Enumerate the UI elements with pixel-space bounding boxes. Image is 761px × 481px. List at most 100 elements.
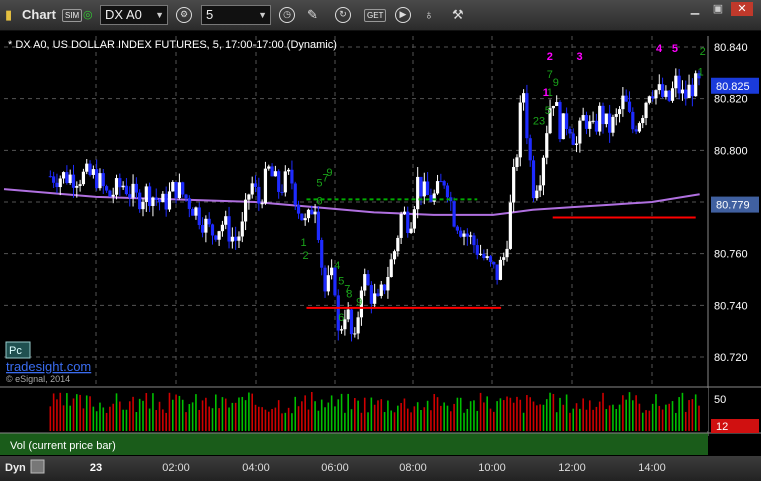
candle-body: [154, 197, 158, 200]
candle-body: [690, 84, 694, 97]
candle-body: [75, 185, 79, 188]
candle-body: [91, 169, 95, 175]
footer-axis: Dyn 23 02:00 04:00 06:00 08:00 10:00 12:00 14:0…: [5, 459, 666, 474]
bulb-icon[interactable]: ♁: [424, 7, 434, 23]
chevron-down-icon[interactable]: ▼: [258, 6, 267, 24]
pc-box[interactable]: Pc: [5, 341, 31, 359]
candle-body: [306, 209, 311, 219]
tools-icon[interactable]: ⚒: [452, 7, 464, 23]
candle-body: [283, 171, 287, 193]
seq-label-green: 9: [326, 167, 332, 179]
close-button[interactable]: ✕: [731, 2, 753, 16]
candle-body: [396, 237, 400, 252]
candle-body: [58, 178, 62, 188]
get-icon[interactable]: GET: [364, 9, 387, 22]
candle-body: [300, 213, 304, 221]
candle-body: [382, 284, 387, 291]
candle-body: [234, 236, 238, 241]
chart-header: * DX A0, US DOLLAR INDEX FUTURES, 5, 17:…: [8, 39, 337, 51]
candle-body: [161, 193, 165, 203]
clock-icon[interactable]: ◷: [279, 7, 295, 23]
candle-body: [121, 185, 125, 188]
candle-body: [270, 166, 274, 177]
symbol-input[interactable]: DX A0 ▼: [100, 5, 168, 25]
candle-body: [131, 183, 135, 198]
candle-body: [349, 309, 354, 335]
dyn-icon[interactable]: [30, 459, 45, 474]
settings-icon[interactable]: ⚙: [176, 7, 192, 23]
restore-button[interactable]: ▣: [707, 2, 729, 16]
link-dot-icon[interactable]: ◎: [83, 7, 93, 23]
candle-body: [521, 93, 526, 103]
candle-body: [313, 211, 317, 215]
chart-icon[interactable]: ▮: [5, 7, 12, 23]
candle-body: [167, 191, 172, 210]
pencil-icon[interactable]: ✎: [307, 7, 318, 23]
candle-body: [346, 309, 350, 320]
candle-body: [624, 95, 628, 102]
candle-body: [515, 157, 519, 167]
candle-body: [263, 168, 268, 204]
watermark-site[interactable]: tradesight.com: [6, 359, 91, 374]
candle-body: [61, 172, 66, 179]
minimize-button[interactable]: ▁: [684, 2, 706, 16]
candle-body: [194, 207, 198, 216]
interval-value: 5: [206, 7, 214, 22]
candle-body: [488, 256, 493, 262]
candle-body: [674, 75, 678, 89]
candle-body: [134, 183, 138, 193]
candle-body: [422, 181, 426, 197]
candle-body: [677, 75, 681, 94]
candle-body: [492, 261, 496, 265]
dyn-label[interactable]: Dyn: [5, 462, 26, 474]
candle-body: [389, 259, 393, 277]
candle-body: [465, 233, 469, 237]
cycle-icon[interactable]: ↻: [335, 7, 351, 23]
candle-body: [455, 226, 459, 231]
candle-body: [217, 231, 221, 240]
candle-body: [561, 113, 565, 140]
candle-body: [148, 186, 152, 207]
candle-body: [128, 194, 132, 198]
seq-label-magenta: 3: [577, 51, 583, 63]
candle-body: [52, 176, 56, 183]
candle-body: [224, 216, 228, 225]
candle-body: [366, 274, 370, 286]
candle-body: [631, 111, 635, 130]
candle-body: [399, 213, 403, 238]
time-tick-labels: 23 02:00 04:00 06:00 08:00 10:00 12:00 14:00: [90, 462, 666, 474]
candle-body: [296, 204, 301, 214]
candle-body: [141, 202, 145, 210]
candle-body: [502, 257, 506, 260]
candle-body: [578, 120, 582, 144]
candle-body: [257, 186, 261, 204]
candle-body: [210, 224, 215, 236]
candle-body: [310, 209, 314, 215]
candle-body: [637, 123, 642, 132]
candle-body: [101, 173, 105, 187]
candle-body: [171, 181, 175, 192]
candle-body: [65, 172, 69, 184]
candle-body: [353, 333, 357, 335]
candle-body: [157, 199, 162, 203]
candle-body: [243, 199, 248, 222]
seq-label-green: 8: [346, 289, 352, 301]
candle-body: [409, 228, 413, 233]
seq-label-green: 6: [338, 312, 344, 324]
chevron-down-icon[interactable]: ▼: [155, 6, 164, 24]
candle-body: [584, 115, 589, 129]
candle-body: [118, 178, 122, 188]
candle-body: [326, 275, 330, 292]
candle-body: [164, 193, 168, 210]
candle-body: [376, 293, 380, 296]
candle-body: [230, 236, 234, 242]
candle-body: [495, 264, 499, 280]
seq-label-green: 23: [533, 116, 545, 128]
candle-body: [114, 178, 119, 195]
price-chart: 5 79612457896791523212 34 51 80.84080.82080…: [0, 36, 761, 455]
play-icon[interactable]: ▶: [395, 7, 411, 23]
interval-select[interactable]: 5 ▼: [201, 5, 271, 25]
y-tick-label: 80.840: [714, 42, 748, 54]
candle-body: [505, 248, 509, 258]
candle-body: [240, 221, 244, 237]
